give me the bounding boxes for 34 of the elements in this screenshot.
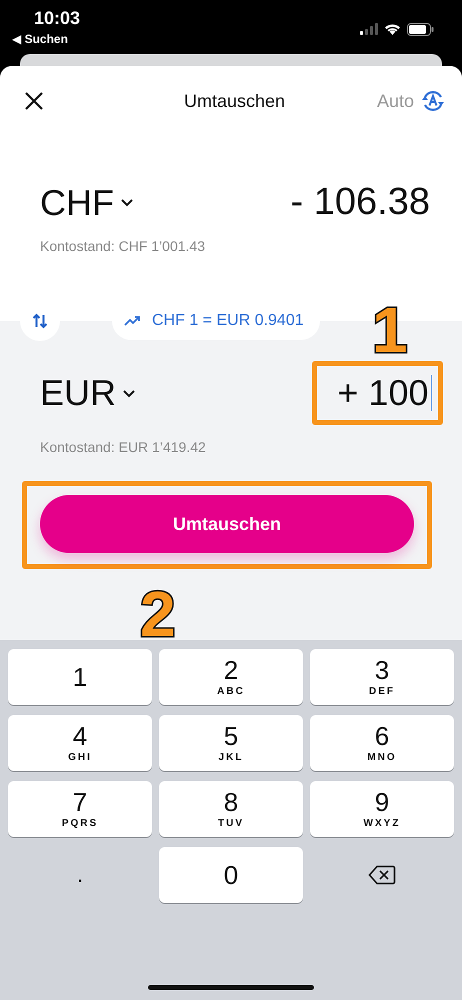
- amount-value: - 106.38: [290, 181, 430, 224]
- wifi-icon: [384, 23, 401, 35]
- keypad-key[interactable]: 2 ABC: [159, 649, 303, 705]
- decimal-key[interactable]: .: [8, 847, 152, 903]
- currency-selector[interactable]: EUR: [40, 372, 136, 414]
- back-link[interactable]: ◀ Suchen: [12, 32, 80, 46]
- amount-input[interactable]: + 100: [317, 366, 438, 420]
- keypad-key[interactable]: 9 WXYZ: [310, 781, 454, 837]
- annotation-number: 1: [372, 298, 408, 362]
- swap-arrows-icon: [32, 313, 48, 329]
- keypad-key[interactable]: 8 TUV: [159, 781, 303, 837]
- chevron-down-icon: [120, 198, 134, 207]
- exchange-rate-text: CHF 1 = EUR 0.9401: [152, 312, 304, 330]
- signal-icon: [360, 23, 378, 35]
- auto-refresh-icon[interactable]: [420, 88, 446, 114]
- chevron-down-icon: [122, 388, 136, 398]
- keypad-key[interactable]: 4 GHI: [8, 715, 152, 771]
- keypad-key[interactable]: 7 PQRS: [8, 781, 152, 837]
- balance-text: Kontostand: EUR 1’419.42: [40, 439, 206, 455]
- keypad-key[interactable]: 5 JKL: [159, 715, 303, 771]
- backspace-icon[interactable]: [368, 865, 396, 885]
- keypad-key[interactable]: 1: [8, 649, 152, 705]
- keypad-key[interactable]: 6 MNO: [310, 715, 454, 771]
- balance-text: Kontostand: CHF 1’001.43: [40, 238, 205, 254]
- close-icon[interactable]: [24, 91, 44, 111]
- exchange-button[interactable]: Umtauschen: [40, 495, 414, 553]
- annotation-number: 2: [140, 582, 176, 646]
- status-time: 10:03: [33, 8, 80, 29]
- keypad-key[interactable]: 3 DEF: [310, 649, 454, 705]
- keypad-key[interactable]: 0: [159, 847, 303, 903]
- battery-icon: [407, 22, 434, 36]
- currency-selector[interactable]: CHF: [40, 182, 134, 224]
- sheet-title: Umtauschen: [184, 90, 286, 112]
- trend-up-icon: [124, 315, 142, 327]
